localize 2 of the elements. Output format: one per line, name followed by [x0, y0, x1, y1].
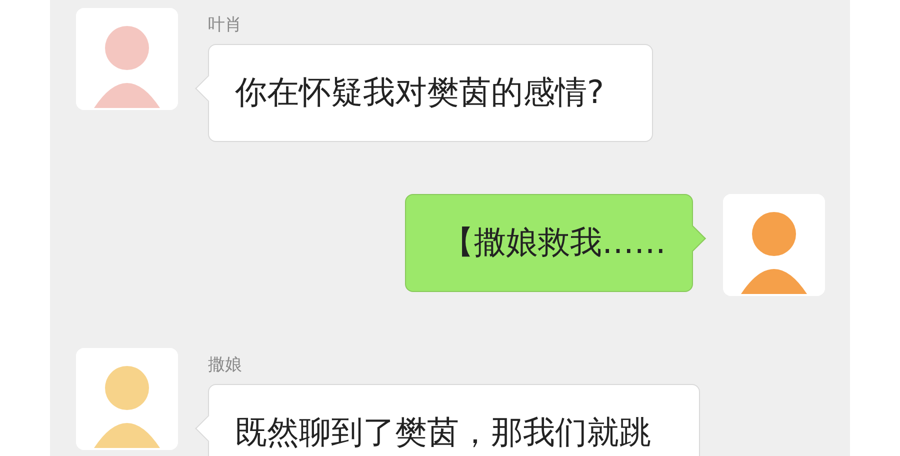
- sender-name: 叶肖: [208, 14, 243, 36]
- sender-name: 撒娘: [208, 354, 243, 376]
